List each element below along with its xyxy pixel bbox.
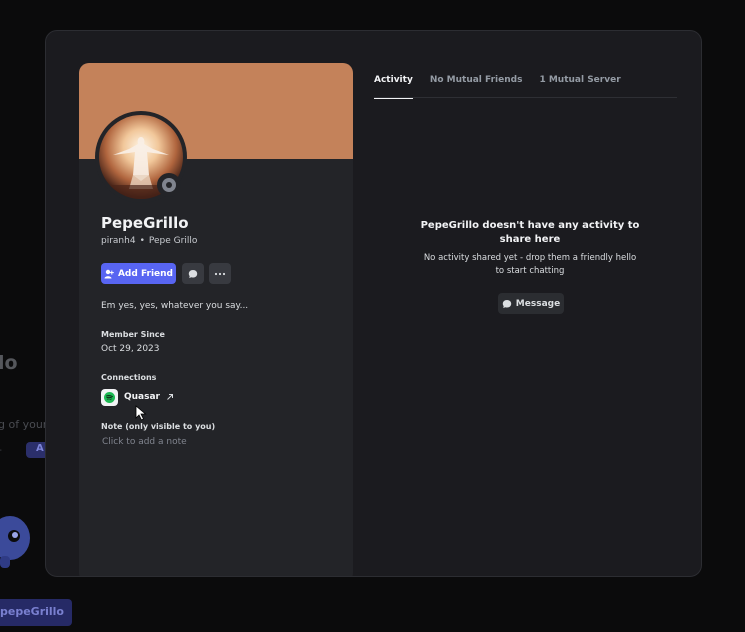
note-input[interactable]: Click to add a note (102, 437, 187, 447)
send-message-button[interactable] (182, 263, 204, 284)
mouse-cursor-icon (135, 405, 147, 421)
add-friend-button[interactable]: Add Friend (101, 263, 176, 284)
bio-text: Em yes, yes, whatever you say... (101, 301, 249, 311)
display-name: PepeGrillo (101, 214, 189, 232)
tab-mutual-servers[interactable]: 1 Mutual Server (539, 75, 620, 97)
background-dash-fragment: - (0, 443, 2, 456)
separator-dot: • (139, 236, 145, 246)
message-button[interactable]: Message (498, 293, 564, 314)
connection-item[interactable]: Quasar (101, 388, 174, 406)
note-heading: Note (only visible to you) (101, 422, 216, 431)
profile-tabs: Activity No Mutual Friends 1 Mutual Serv… (374, 75, 621, 99)
member-since-date: Oct 29, 2023 (101, 344, 160, 354)
tab-mutual-friends[interactable]: No Mutual Friends (430, 75, 523, 97)
username-line: piranh4 • Pepe Grillo (101, 236, 197, 246)
spotify-icon (101, 388, 118, 406)
add-friend-label: Add Friend (117, 268, 174, 279)
background-username-button: pepeGrillo (0, 599, 72, 626)
background-heading-fragment: lo (0, 352, 18, 374)
member-since-heading: Member Since (101, 330, 165, 339)
status-indicator (157, 173, 181, 197)
tab-activity[interactable]: Activity (374, 75, 413, 99)
activity-empty-subtitle: No activity shared yet - drop them a fri… (423, 253, 637, 276)
more-dots-icon (214, 272, 226, 275)
pronoun-name: Pepe Grillo (148, 236, 198, 246)
more-options-button[interactable] (209, 263, 231, 284)
external-link-icon (167, 394, 173, 400)
background-mascot-icon (0, 516, 30, 568)
tabs-divider (374, 97, 677, 98)
connections-heading: Connections (101, 373, 157, 382)
chat-bubble-icon (188, 269, 198, 278)
add-friend-icon (104, 269, 114, 278)
offline-status-icon (162, 178, 176, 192)
profile-panel: PepeGrillo piranh4 • Pepe Grillo Add Frien… (79, 63, 353, 576)
message-label: Message (515, 298, 561, 309)
background-username-label: pepeGrillo (0, 605, 64, 618)
username: piranh4 (101, 236, 136, 246)
background-pill-label: A (36, 443, 44, 454)
user-profile-modal: PepeGrillo piranh4 • Pepe Grillo Add Frien… (45, 30, 702, 577)
connection-name: Quasar (124, 392, 160, 402)
chat-bubble-icon (502, 299, 511, 308)
activity-empty-title: PepeGrillo doesn't have any activity to … (420, 220, 640, 245)
avatar-frame (95, 111, 187, 203)
